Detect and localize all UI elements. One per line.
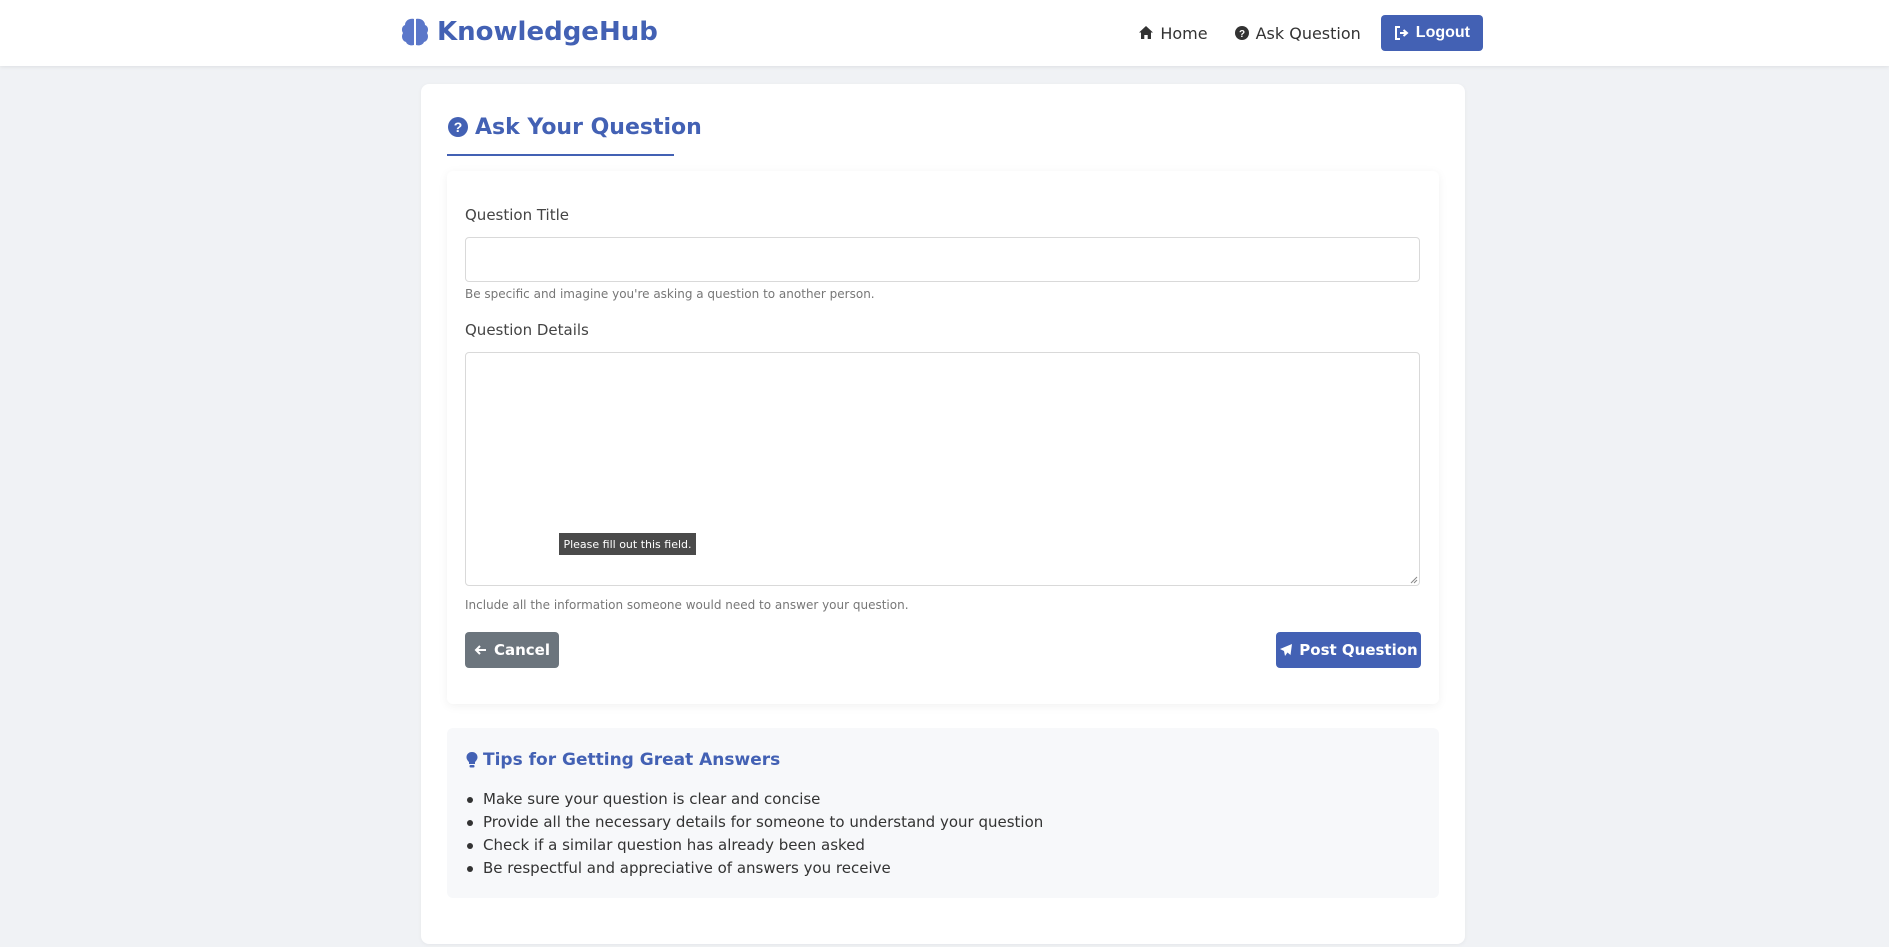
question-circle-icon: ? [1234, 26, 1249, 40]
tips-list-item: Provide all the necessary details for so… [465, 811, 1043, 834]
bullet-icon [467, 843, 473, 849]
svg-text:?: ? [1239, 29, 1245, 40]
title-underline [447, 154, 674, 156]
ask-question-form: Question Title Be specific and imagine y… [447, 171, 1439, 704]
tip-text: Make sure your question is clear and con… [483, 790, 821, 808]
question-title-help: Be specific and imagine you're asking a … [465, 287, 875, 301]
question-circle-icon: ? [448, 117, 468, 137]
nav-ask-question-link[interactable]: ? Ask Question [1228, 15, 1367, 51]
validation-tooltip: Please fill out this field. [559, 533, 696, 555]
nav-home-label: Home [1160, 23, 1208, 43]
nav-links: Home ? Ask Question Logout [1132, 15, 1483, 51]
main-card: ? Ask Your Question Question Title Be sp… [421, 84, 1465, 944]
lightbulb-icon [466, 752, 478, 768]
post-question-button[interactable]: Post Question [1276, 632, 1421, 668]
tips-list-item: Check if a similar question has already … [465, 834, 1043, 857]
cancel-button[interactable]: Cancel [465, 632, 559, 668]
sign-out-icon [1394, 26, 1409, 40]
bullet-icon [467, 866, 473, 872]
arrow-left-icon [474, 645, 486, 655]
bullet-icon [467, 797, 473, 803]
bullet-icon [467, 820, 473, 826]
brand-logo[interactable]: KnowledgeHub [401, 14, 658, 50]
logout-label: Logout [1415, 24, 1470, 41]
page-title-text: Ask Your Question [475, 114, 702, 140]
logout-button[interactable]: Logout [1380, 15, 1483, 51]
brain-icon [401, 18, 429, 46]
tips-list-item: Make sure your question is clear and con… [465, 788, 1043, 811]
page-title: ? Ask Your Question [447, 112, 702, 142]
post-question-label: Post Question [1299, 641, 1418, 659]
resize-handle-icon[interactable] [1410, 576, 1418, 584]
tip-text: Be respectful and appreciative of answer… [483, 859, 891, 877]
cancel-label: Cancel [493, 641, 550, 659]
nav-ask-question-label: Ask Question [1255, 23, 1361, 43]
tips-list-item: Be respectful and appreciative of answer… [465, 857, 1043, 880]
svg-text:?: ? [454, 119, 463, 135]
question-title-label: Question Title [465, 206, 570, 224]
tips-card: Tips for Getting Great Answers Make sure… [447, 728, 1439, 898]
tips-list: Make sure your question is clear and con… [465, 788, 1043, 880]
navbar: KnowledgeHub Home ? Ask Question Logout [0, 0, 1889, 66]
brand-name: KnowledgeHub [437, 17, 658, 47]
home-icon [1139, 26, 1154, 39]
tips-title: Tips for Getting Great Answers [465, 748, 780, 772]
question-details-help: Include all the information someone woul… [465, 598, 909, 612]
paper-plane-icon [1280, 644, 1293, 656]
tips-title-text: Tips for Getting Great Answers [483, 750, 781, 770]
question-title-input[interactable] [465, 237, 1420, 282]
nav-home-link[interactable]: Home [1132, 15, 1213, 51]
question-details-label: Question Details [465, 321, 589, 339]
tip-text: Provide all the necessary details for so… [483, 813, 1044, 831]
tip-text: Check if a similar question has already … [483, 836, 865, 854]
